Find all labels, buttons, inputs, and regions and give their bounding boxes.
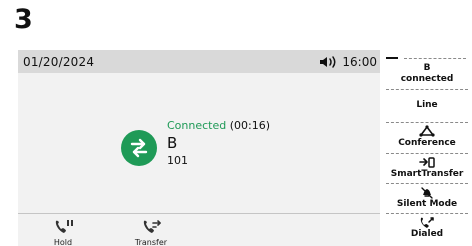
smarttransfer-side-key[interactable]: SmartTransfer [386, 154, 468, 184]
transfer-softkey[interactable]: Transfer [122, 218, 180, 246]
line-side-key[interactable]: Line [386, 91, 468, 123]
phone-call-screenshot: 3 01/20/2024 16:00 Connected (00:16) B 1… [0, 0, 472, 246]
connected-status: Connected [167, 119, 227, 132]
line-label: Line [416, 100, 438, 110]
conference-label: Conference [398, 138, 456, 148]
dialed-label: Dialed [410, 229, 444, 239]
conference-icon [419, 125, 435, 137]
dialed-call-icon [420, 217, 434, 228]
silent-mode-icon [421, 187, 433, 199]
time-area: 16:00 [319, 55, 377, 69]
step-number: 3 [14, 4, 33, 35]
active-call-area: Connected (00:16) B 101 [18, 73, 380, 213]
smarttransfer-label: SmartTransfer [390, 169, 464, 179]
side-key-panel: B connected Line Conference SmartTransfe… [386, 50, 468, 246]
smart-transfer-icon [419, 157, 435, 168]
transfer-arrows-icon [121, 130, 157, 166]
caller-name: B [167, 134, 178, 152]
side-panel-top-rule [386, 57, 398, 59]
side-panel-top-divider [404, 58, 466, 59]
call-info: Connected (00:16) B 101 [167, 119, 347, 168]
status-bar: 01/20/2024 16:00 [18, 50, 380, 73]
silent-mode-side-key[interactable]: Silent Mode [386, 184, 468, 214]
time-label: 16:00 [342, 55, 377, 69]
phone-screen: 01/20/2024 16:00 Connected (00:16) B 101… [18, 50, 380, 246]
caller-number: 101 [167, 154, 188, 167]
side-contact-name: B [423, 63, 431, 73]
dialed-side-key[interactable]: Dialed [386, 214, 468, 246]
side-contact-key[interactable]: B connected [386, 62, 468, 90]
hold-softkey[interactable]: Hold [34, 218, 92, 246]
hold-label: Hold [53, 238, 73, 246]
conference-side-key[interactable]: Conference [386, 123, 468, 154]
date-label: 01/20/2024 [23, 55, 95, 69]
hold-phone-icon [55, 220, 73, 233]
softkey-bar: Hold Transfer [18, 213, 380, 246]
speaker-volume-icon [320, 56, 336, 68]
transfer-phone-icon [143, 220, 161, 233]
transfer-label: Transfer [134, 238, 168, 246]
side-contact-status: connected [400, 74, 454, 84]
connected-status-line: Connected (00:16) [167, 119, 347, 133]
call-duration: (00:16) [229, 119, 271, 132]
silent-mode-label: Silent Mode [396, 199, 458, 209]
